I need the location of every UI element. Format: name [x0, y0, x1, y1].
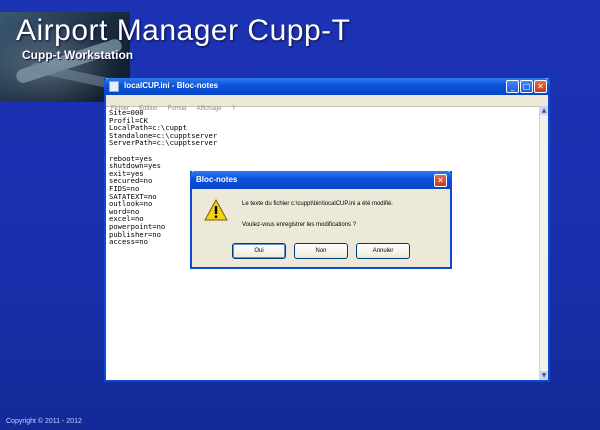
scroll-up-icon[interactable]: ▲ [540, 106, 548, 115]
minimize-button[interactable]: _ [506, 80, 519, 93]
notepad-menubar: Fichier Edition Format Affichage ? [106, 95, 548, 112]
warning-icon [204, 199, 228, 221]
text-line: shutdown=yes [109, 161, 161, 171]
yes-button[interactable]: Oui [232, 243, 286, 259]
vertical-scrollbar[interactable]: ▲ ▼ [539, 106, 548, 380]
no-button[interactable]: Non [294, 243, 348, 259]
close-button[interactable]: ✕ [534, 80, 547, 93]
dialog-title: Bloc-notes [196, 175, 238, 184]
dialog-message-line1: Le texte du fichier c:\cuppt\bin\localCU… [242, 201, 393, 207]
text-line: Site=000 [109, 108, 144, 117]
notepad-titlebar[interactable]: localCUP.ini - Bloc-notes _ □ ✕ [104, 78, 550, 95]
save-changes-dialog[interactable]: Bloc-notes ✕ Le texte du fichier c:\cupp… [190, 171, 452, 269]
copyright-text: Copyright © 2011 - 2012 [6, 418, 82, 425]
text-line [109, 147, 529, 155]
text-line: ServerPath=c:\cupptserver [109, 138, 218, 148]
notepad-title: localCUP.ini - Bloc-notes [124, 81, 219, 90]
cancel-button[interactable]: Annuler [356, 243, 410, 259]
dialog-message-line2: Voulez-vous enregistrer les modification… [242, 222, 357, 228]
notepad-app-icon [109, 81, 119, 92]
maximize-icon: □ [522, 82, 531, 91]
dialog-close-button[interactable]: ✕ [434, 174, 447, 187]
dialog-titlebar[interactable]: Bloc-notes ✕ [190, 171, 452, 189]
maximize-button[interactable]: □ [520, 80, 533, 93]
app-title: Airport Manager Cupp-T [16, 14, 351, 47]
close-icon: ✕ [437, 176, 444, 185]
minimize-icon: _ [510, 82, 515, 91]
text-line: reboot=yes [109, 153, 153, 163]
scroll-down-icon[interactable]: ▼ [540, 371, 548, 380]
app-subtitle: Cupp-t Workstation [22, 48, 134, 62]
close-icon: ✕ [537, 82, 544, 91]
